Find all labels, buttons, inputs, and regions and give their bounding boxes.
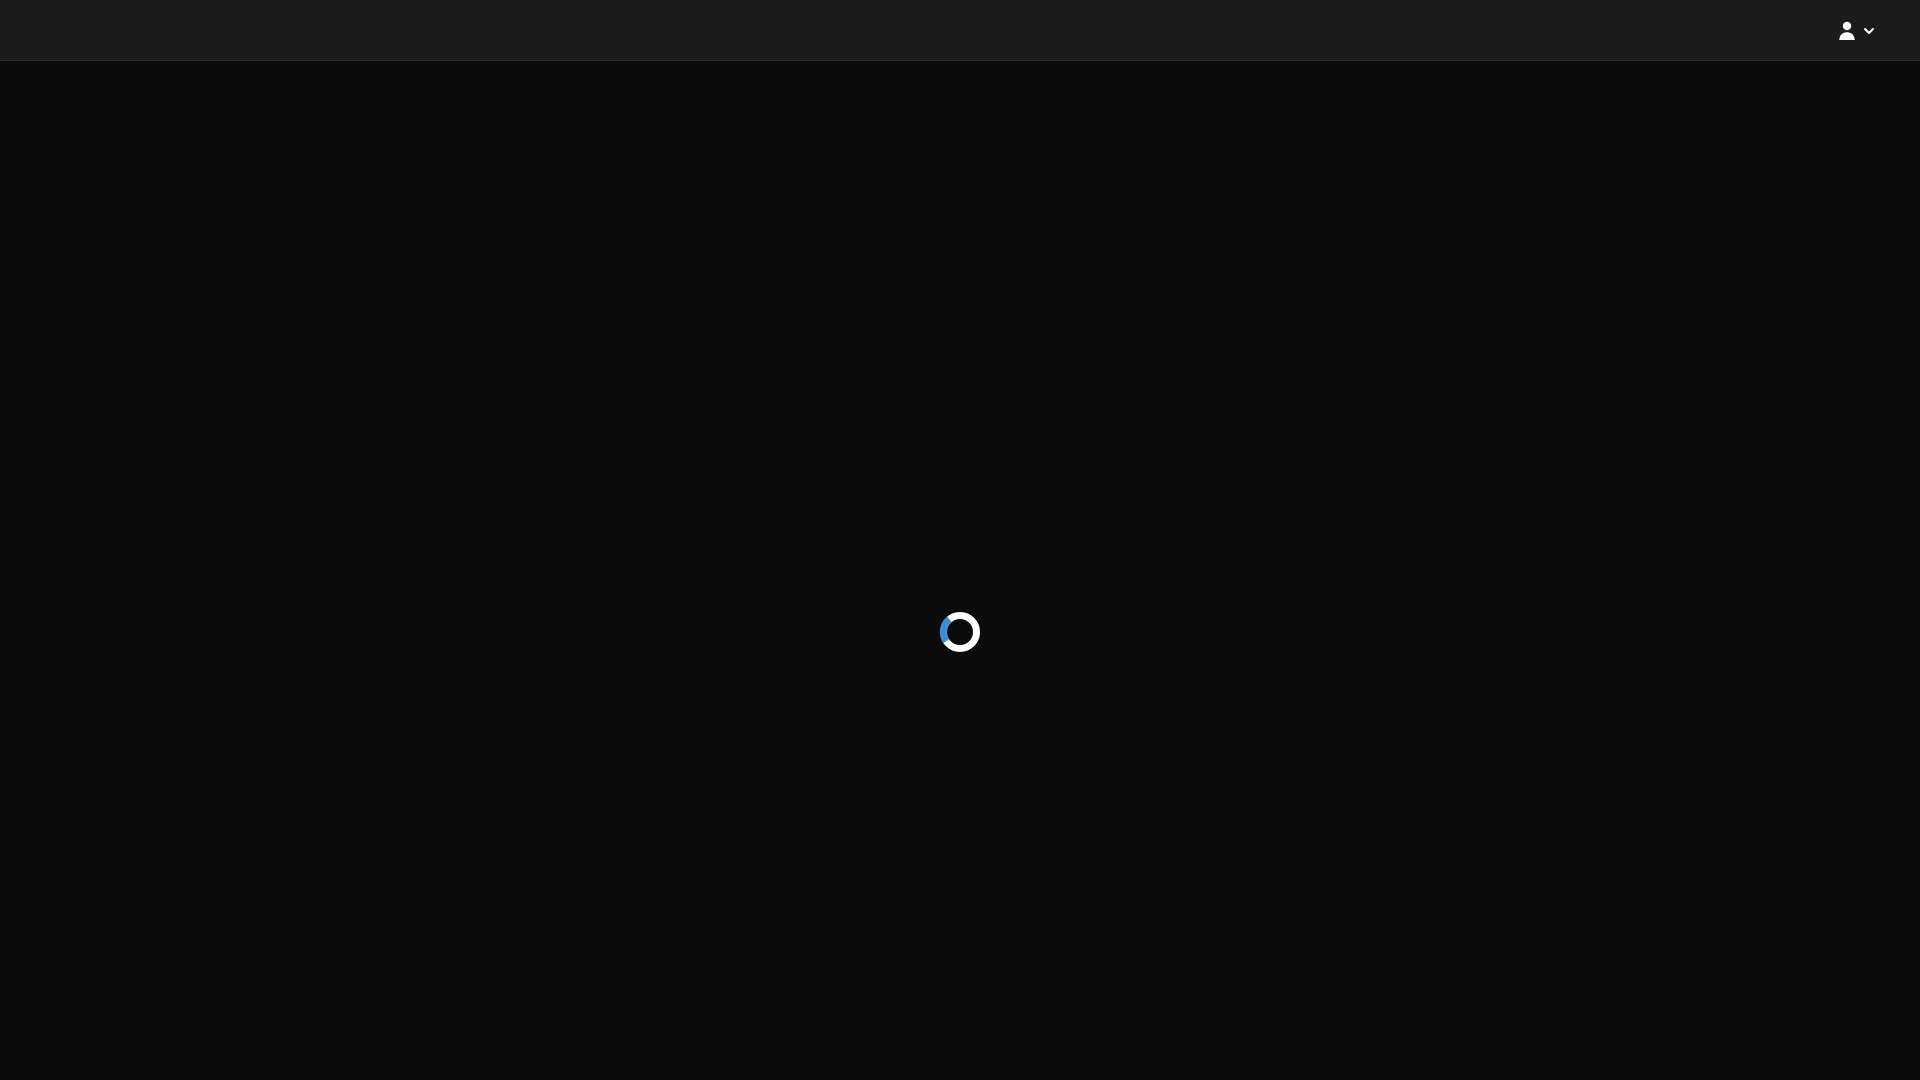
user-menu-button[interactable] [1838,16,1876,46]
loading-spinner-icon [939,611,981,653]
chevron-down-icon [1862,24,1876,38]
user-icon [1838,21,1856,41]
app-window [0,0,1920,1080]
top-navigation-bar [0,0,1920,61]
main-content-area [0,61,1920,1080]
